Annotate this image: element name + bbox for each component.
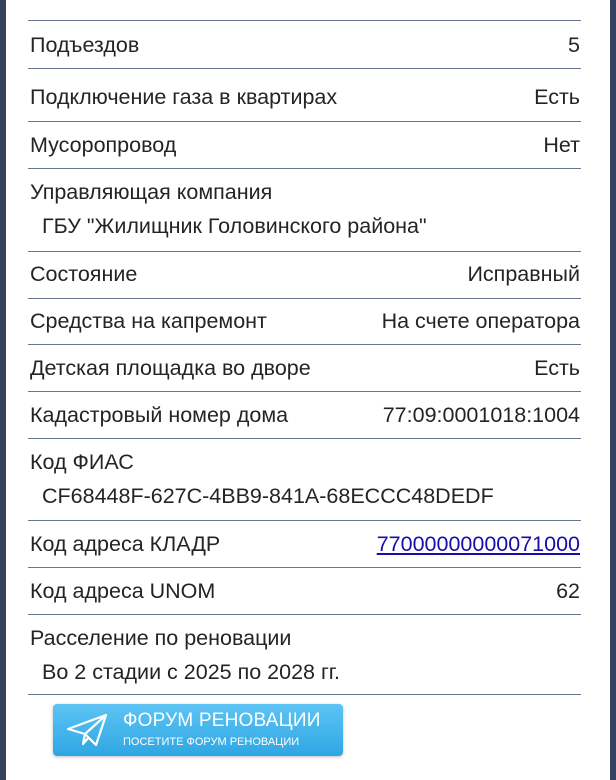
paper-plane-icon <box>65 712 109 748</box>
row-label: Кадастровый номер дома <box>30 403 289 427</box>
row-value: 5 <box>568 33 580 57</box>
row-value: Есть <box>534 356 580 380</box>
row-playground: Детская площадка во дворе Есть <box>28 344 581 391</box>
row-label: Состояние <box>30 262 138 286</box>
row-unom-code: Код адреса UNOM 62 <box>28 567 581 614</box>
row-label: Код ФИАС <box>30 450 134 474</box>
row-gas: Подключение газа в квартирах Есть <box>28 68 581 121</box>
divider <box>28 694 581 695</box>
row-repair-funds: Средства на капремонт На счете оператора <box>28 298 581 344</box>
kladr-code-link[interactable]: 77000000000071000 <box>377 532 580 557</box>
row-garbage-chute: Мусоропровод Нет <box>28 121 581 168</box>
row-label: Управляющая компания <box>30 180 273 204</box>
row-value: 77:09:0001018:1004 <box>382 403 580 427</box>
row-management-company: Управляющая компания ГБУ "Жилищник Голов… <box>28 168 581 251</box>
renovation-forum-button[interactable]: ФОРУМ РЕНОВАЦИИ ПОСЕТИТЕ ФОРУМ РЕНОВАЦИИ <box>53 704 343 756</box>
row-value: CF68448F-627C-4BB9-841A-68ECCC48DEDF <box>42 484 494 508</box>
row-value: Во 2 стадии с 2025 по 2028 гг. <box>42 660 340 684</box>
row-label: Подключение газа в квартирах <box>30 85 338 109</box>
forum-button-title: ФОРУМ РЕНОВАЦИИ <box>123 710 321 731</box>
row-value: ГБУ "Жилищник Головинского района" <box>42 214 427 238</box>
row-value: 62 <box>556 579 580 603</box>
row-label: Детская площадка во дворе <box>30 356 311 380</box>
row-value: На счете оператора <box>381 309 580 333</box>
row-kladr-code: Код адреса КЛАДР 77000000000071000 <box>28 520 581 567</box>
row-label: Мусоропровод <box>30 133 177 157</box>
row-label: Расселение по реновации <box>30 626 292 650</box>
row-renovation: Расселение по реновации Во 2 стадии с 20… <box>28 614 581 694</box>
row-label: Средства на капремонт <box>30 309 267 333</box>
row-value: Исправный <box>467 262 580 286</box>
row-value: Есть <box>534 85 580 109</box>
row-label: Подъездов <box>30 33 140 57</box>
row-label: Код адреса UNOM <box>30 579 216 603</box>
row-cadastral-number: Кадастровый номер дома 77:09:0001018:100… <box>28 391 581 438</box>
row-entrances: Подъездов 5 <box>28 20 581 68</box>
row-value: Нет <box>543 133 580 157</box>
row-condition: Состояние Исправный <box>28 251 581 298</box>
row-fias-code: Код ФИАС CF68448F-627C-4BB9-841A-68ECCC4… <box>28 438 581 520</box>
forum-button-subtitle: ПОСЕТИТЕ ФОРУМ РЕНОВАЦИИ <box>123 736 300 748</box>
row-label: Код адреса КЛАДР <box>30 532 221 556</box>
